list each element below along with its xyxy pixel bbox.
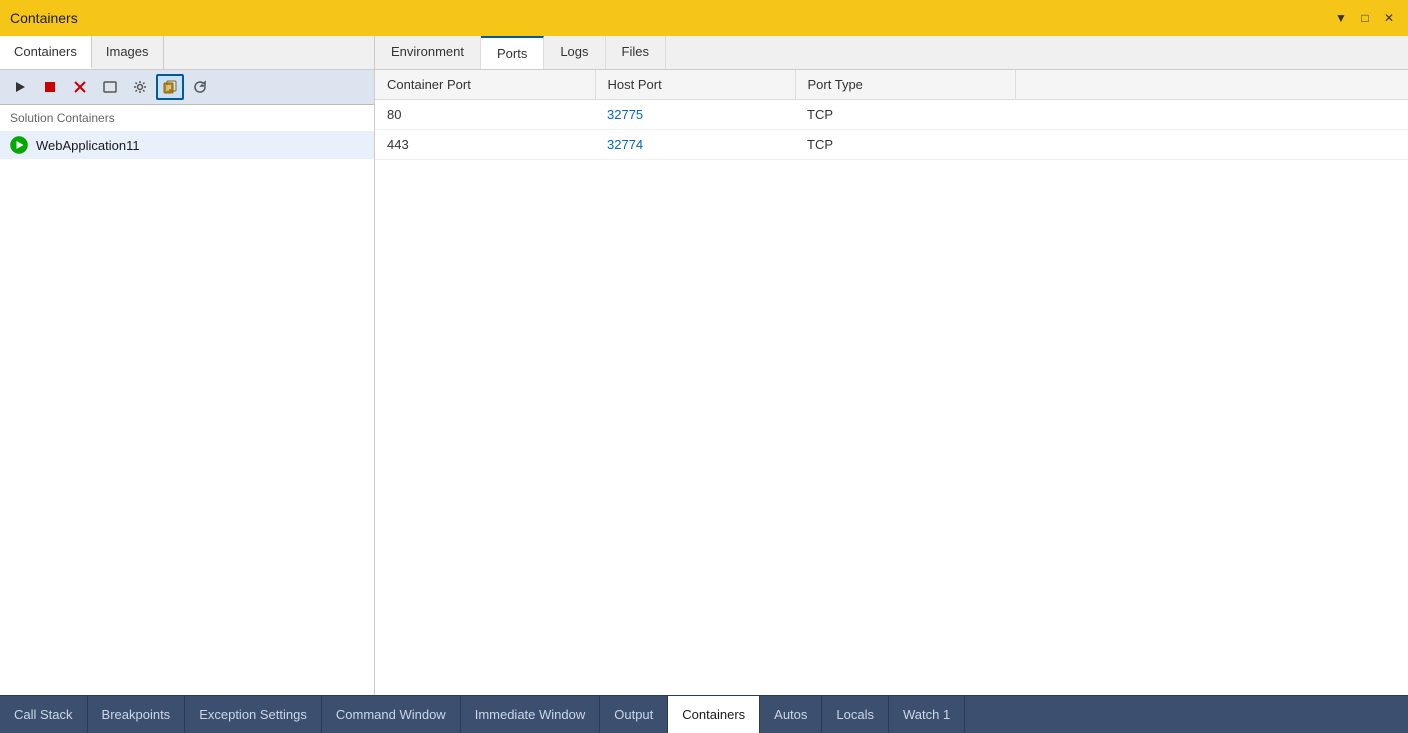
panel-tabs: Containers Images — [0, 36, 374, 70]
bottom-tab-command-window[interactable]: Command Window — [322, 696, 461, 733]
tab-files[interactable]: Files — [606, 36, 666, 69]
stop-button[interactable] — [36, 74, 64, 100]
toolbar — [0, 70, 374, 105]
stop-icon — [44, 81, 56, 93]
cell-container-port: 443 — [375, 130, 595, 160]
bottom-tab-output[interactable]: Output — [600, 696, 668, 733]
window-controls: ▼ □ ✕ — [1332, 9, 1398, 27]
title-bar: Containers ▼ □ ✕ — [0, 0, 1408, 36]
col-header-port-type: Port Type — [795, 70, 1015, 100]
bottom-tab-autos[interactable]: Autos — [760, 696, 822, 733]
table-row: 44332774TCP — [375, 130, 1408, 160]
refresh-icon — [193, 80, 207, 94]
bottom-tab-breakpoints[interactable]: Breakpoints — [88, 696, 186, 733]
right-panel: Environment Ports Logs Files Container P… — [375, 36, 1408, 695]
copy-env-button[interactable] — [156, 74, 184, 100]
start-button[interactable] — [6, 74, 34, 100]
tab-images[interactable]: Images — [92, 36, 164, 69]
left-panel: Containers Images — [0, 36, 375, 695]
close-btn[interactable]: ✕ — [1380, 9, 1398, 27]
container-name: WebApplication11 — [36, 138, 140, 153]
refresh-button[interactable] — [186, 74, 214, 100]
list-item[interactable]: WebApplication11 — [0, 131, 374, 159]
col-header-container-port: Container Port — [375, 70, 595, 100]
main-area: Containers Images — [0, 36, 1408, 695]
bottom-tab-call-stack[interactable]: Call Stack — [0, 696, 88, 733]
gear-icon — [133, 80, 147, 94]
col-header-host-port: Host Port — [595, 70, 795, 100]
terminal-icon — [103, 81, 117, 93]
table-wrapper: Container Port Host Port Port Type 80327… — [375, 70, 1408, 695]
window-title: Containers — [10, 10, 78, 26]
x-icon — [74, 81, 86, 93]
cell-container-port: 80 — [375, 100, 595, 130]
tab-ports[interactable]: Ports — [481, 36, 544, 69]
bottom-tabs: Call StackBreakpointsException SettingsC… — [0, 695, 1408, 733]
table-row: 8032775TCP — [375, 100, 1408, 130]
delete-button[interactable] — [66, 74, 94, 100]
table-header-row: Container Port Host Port Port Type — [375, 70, 1408, 100]
terminal-button[interactable] — [96, 74, 124, 100]
cell-host-port[interactable]: 32774 — [595, 130, 795, 160]
tab-containers[interactable]: Containers — [0, 36, 92, 69]
dropdown-arrow-btn[interactable]: ▼ — [1332, 9, 1350, 27]
cell-extra — [1015, 130, 1408, 160]
tab-environment[interactable]: Environment — [375, 36, 481, 69]
section-label: Solution Containers — [0, 105, 374, 131]
col-header-extra — [1015, 70, 1408, 100]
bottom-tab-immediate-window[interactable]: Immediate Window — [461, 696, 601, 733]
cell-port-type: TCP — [795, 130, 1015, 160]
running-icon — [10, 136, 28, 154]
ports-table: Container Port Host Port Port Type 80327… — [375, 70, 1408, 160]
bottom-tab-locals[interactable]: Locals — [822, 696, 889, 733]
cell-host-port[interactable]: 32775 — [595, 100, 795, 130]
tab-logs[interactable]: Logs — [544, 36, 605, 69]
play-icon — [13, 80, 27, 94]
content-tabs: Environment Ports Logs Files — [375, 36, 1408, 70]
cell-port-type: TCP — [795, 100, 1015, 130]
copy-icon — [163, 80, 177, 94]
restore-btn[interactable]: □ — [1356, 9, 1374, 27]
bottom-tab-containers[interactable]: Containers — [668, 696, 760, 733]
cell-extra — [1015, 100, 1408, 130]
settings-button[interactable] — [126, 74, 154, 100]
bottom-tab-exception-settings[interactable]: Exception Settings — [185, 696, 322, 733]
bottom-tab-watch-1[interactable]: Watch 1 — [889, 696, 965, 733]
